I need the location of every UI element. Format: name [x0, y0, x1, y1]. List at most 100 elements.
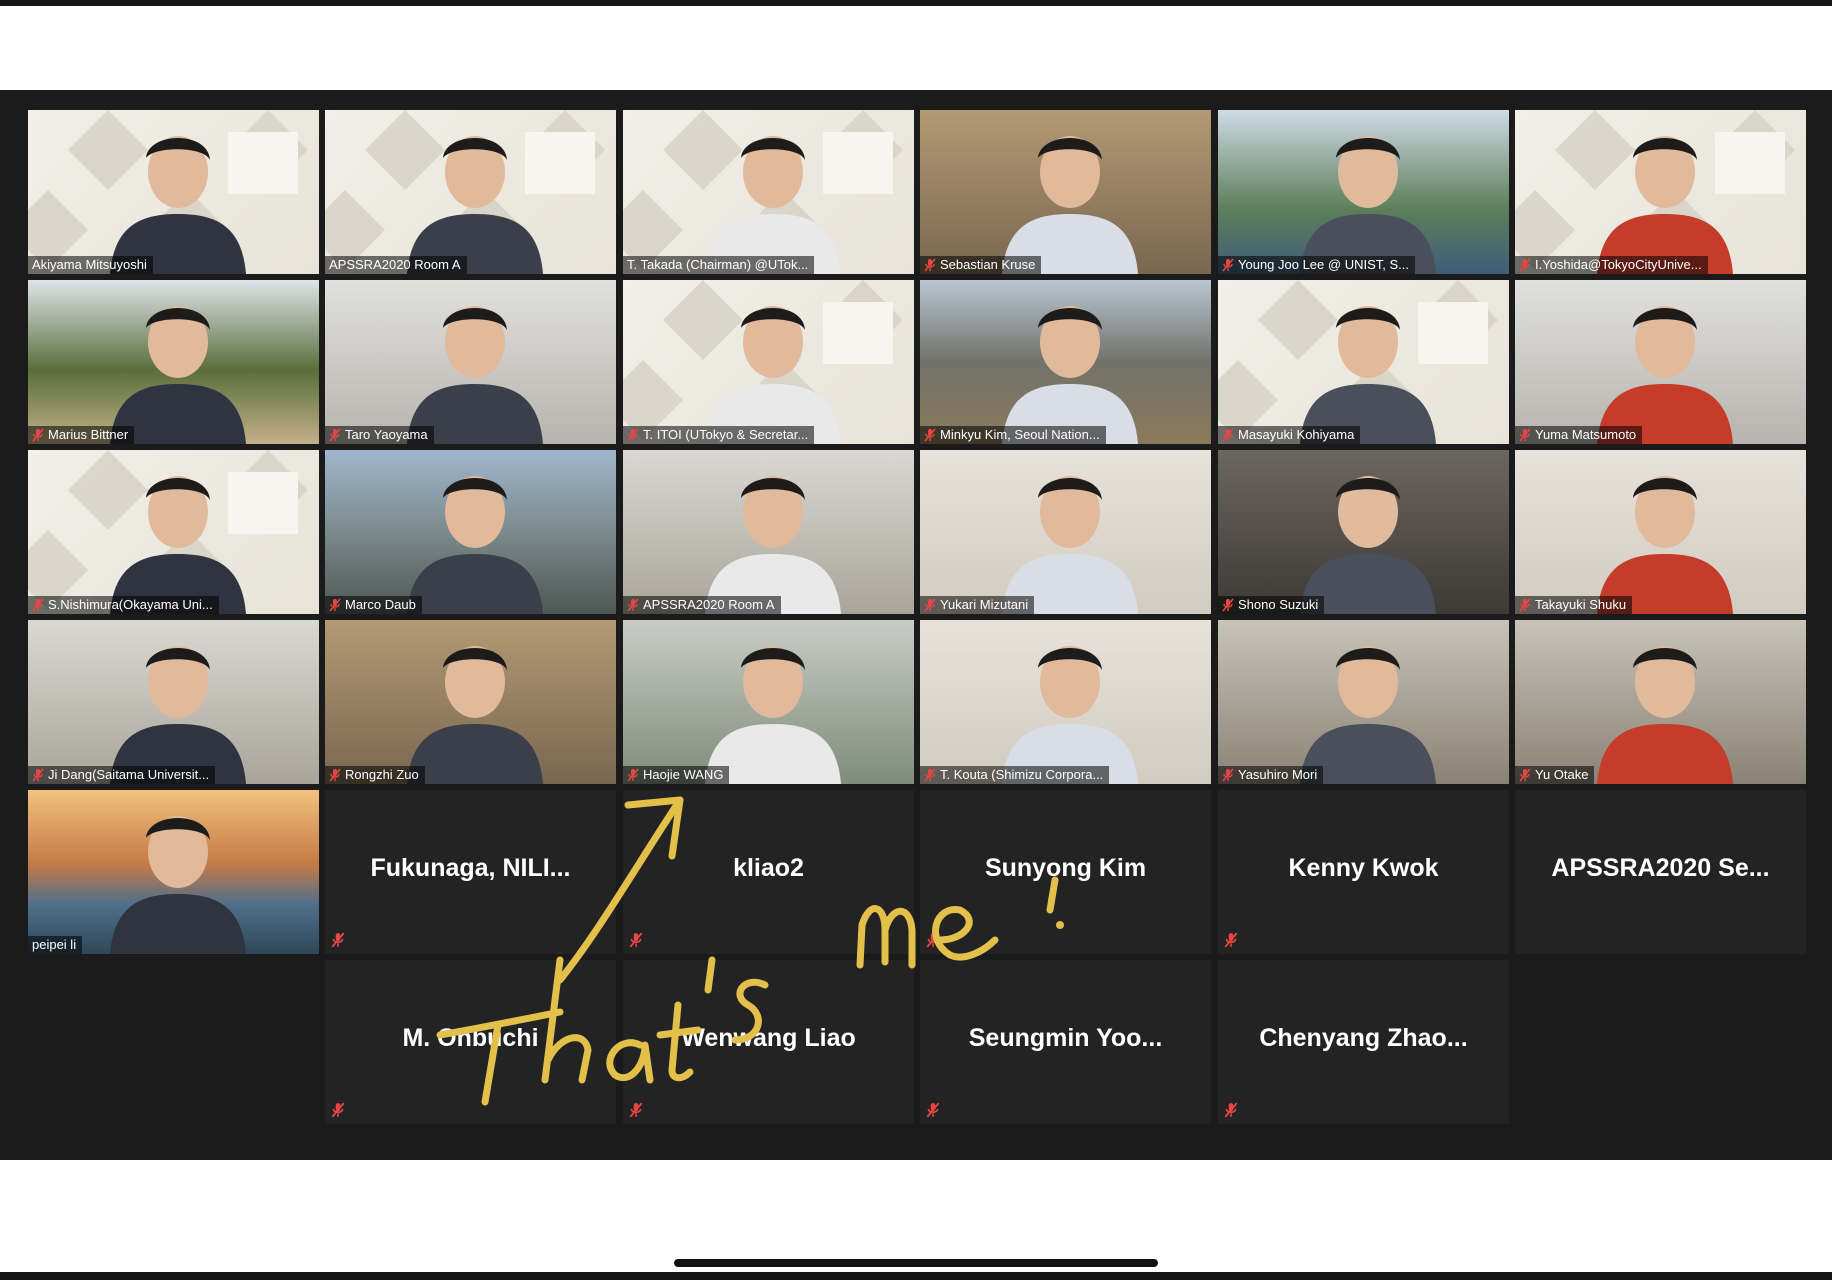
muted-mic-icon — [924, 428, 936, 442]
participant-nameplate: APSSRA2020 Room A — [623, 596, 781, 614]
participant-video-tile[interactable]: APSSRA2020 Room A — [325, 110, 616, 274]
participant-silhouette — [1597, 306, 1733, 444]
participant-name: APSSRA2020 Room A — [643, 597, 775, 612]
participant-video-tile[interactable]: Yu Otake — [1515, 620, 1806, 784]
participant-silhouette — [1597, 476, 1733, 614]
participant-name: Yasuhiro Mori — [1238, 767, 1318, 782]
participant-video-tile[interactable]: T. ITOI (UTokyo & Secretar... — [623, 280, 914, 444]
participant-video-tile[interactable]: I.Yoshida@TokyoCityUnive... — [1515, 110, 1806, 274]
participant-video-tile[interactable]: Marco Daub — [325, 450, 616, 614]
participant-video-tile[interactable]: Takayuki Shuku — [1515, 450, 1806, 614]
participant-name: Ji Dang(Saitama Universit... — [48, 767, 210, 782]
participant-silhouette — [407, 476, 543, 614]
gallery-view: Akiyama Mitsuyoshi APSSRA2020 Room A T. Ta… — [0, 90, 1832, 1160]
participant-video-tile[interactable]: S.Nishimura(Okayama Uni... — [28, 450, 319, 614]
participant-nameplate: Takayuki Shuku — [1515, 596, 1633, 614]
participant-name: Sebastian Kruse — [940, 257, 1036, 272]
participant-video-tile[interactable]: Yasuhiro Mori — [1218, 620, 1509, 784]
participant-nameplate: APSSRA2020 Room A — [325, 256, 467, 274]
participant-video-tile[interactable]: APSSRA2020 Room A — [623, 450, 914, 614]
participant-name: Marco Daub — [345, 597, 416, 612]
participant-name: APSSRA2020 Se... — [1551, 854, 1770, 882]
participant-silhouette — [407, 306, 543, 444]
participant-nameplate: S.Nishimura(Okayama Uni... — [28, 596, 219, 614]
participant-name: Chenyang Zhao... — [1259, 1024, 1468, 1052]
participant-name-tile[interactable]: Wenwang Liao — [623, 960, 914, 1124]
muted-mic-icon — [1222, 768, 1234, 782]
participant-video-tile[interactable]: Masayuki Kohiyama — [1218, 280, 1509, 444]
participant-video-tile[interactable]: Shono Suzuki — [1218, 450, 1509, 614]
participant-name-tile[interactable]: Sunyong Kim — [920, 790, 1211, 954]
participant-video-tile[interactable]: peipei li — [28, 790, 319, 954]
bottom-border — [0, 1272, 1832, 1280]
participant-nameplate: Marius Bittner — [28, 426, 135, 444]
participant-nameplate: Taro Yaoyama — [325, 426, 434, 444]
participant-video-tile[interactable]: Marius Bittner — [28, 280, 319, 444]
participant-name-tile[interactable]: kliao2 — [623, 790, 914, 954]
participant-nameplate: peipei li — [28, 936, 83, 954]
participant-silhouette — [110, 136, 246, 274]
participant-nameplate: Minkyu Kim, Seoul Nation... — [920, 426, 1106, 444]
participant-video-tile[interactable]: Taro Yaoyama — [325, 280, 616, 444]
participant-name-tile[interactable]: Fukunaga, NILI... — [325, 790, 616, 954]
participant-video-tile[interactable]: Young Joo Lee @ UNIST, S... — [1218, 110, 1509, 274]
participant-video-tile[interactable]: Ji Dang(Saitama Universit... — [28, 620, 319, 784]
muted-mic-icon — [1519, 428, 1531, 442]
muted-mic-icon — [1222, 258, 1234, 272]
participant-video-tile[interactable]: T. Kouta (Shimizu Corpora... — [920, 620, 1211, 784]
participant-nameplate: Shono Suzuki — [1218, 596, 1325, 614]
participant-nameplate: T. Takada (Chairman) @UTok... — [623, 256, 815, 274]
participant-nameplate: Yukari Mizutani — [920, 596, 1035, 614]
participant-nameplate: T. Kouta (Shimizu Corpora... — [920, 766, 1110, 784]
participant-name: Kenny Kwok — [1288, 854, 1439, 882]
participant-name: T. Takada (Chairman) @UTok... — [627, 257, 809, 272]
participant-name: Minkyu Kim, Seoul Nation... — [940, 427, 1100, 442]
participant-name-tile[interactable]: Chenyang Zhao... — [1218, 960, 1509, 1124]
participant-video-tile[interactable]: Haojie WANG — [623, 620, 914, 784]
participant-nameplate: Rongzhi Zuo — [325, 766, 425, 784]
home-indicator[interactable] — [674, 1259, 1158, 1267]
participant-video-tile[interactable]: Rongzhi Zuo — [325, 620, 616, 784]
participant-name-tile[interactable]: Seungmin Yoo... — [920, 960, 1211, 1124]
participant-name-tile[interactable]: M. Ohbuchi — [325, 960, 616, 1124]
participant-silhouette — [1300, 476, 1436, 614]
participant-silhouette — [1300, 646, 1436, 784]
participant-video-tile[interactable]: Yukari Mizutani — [920, 450, 1211, 614]
participant-silhouette — [1002, 476, 1138, 614]
muted-mic-icon — [1519, 598, 1531, 612]
participant-video-tile[interactable]: T. Takada (Chairman) @UTok... — [623, 110, 914, 274]
muted-mic-icon — [329, 598, 341, 612]
participant-name-tile[interactable]: APSSRA2020 Se... — [1515, 790, 1806, 954]
participant-video-tile[interactable]: Akiyama Mitsuyoshi — [28, 110, 319, 274]
participant-name: Rongzhi Zuo — [345, 767, 419, 782]
participant-silhouette — [110, 306, 246, 444]
participant-silhouette — [705, 476, 841, 614]
top-border — [0, 0, 1832, 6]
participant-nameplate: Ji Dang(Saitama Universit... — [28, 766, 216, 784]
participant-nameplate: Yasuhiro Mori — [1218, 766, 1324, 784]
participant-nameplate: Yu Otake — [1515, 766, 1595, 784]
muted-mic-icon — [924, 768, 936, 782]
participant-video-tile[interactable]: Minkyu Kim, Seoul Nation... — [920, 280, 1211, 444]
muted-mic-icon — [32, 598, 44, 612]
participant-silhouette — [705, 646, 841, 784]
muted-mic-icon — [329, 428, 341, 442]
participant-name: Young Joo Lee @ UNIST, S... — [1238, 257, 1409, 272]
participant-silhouette — [1300, 306, 1436, 444]
muted-mic-icon — [926, 1102, 940, 1118]
participant-nameplate: Masayuki Kohiyama — [1218, 426, 1361, 444]
participant-name: Yukari Mizutani — [940, 597, 1029, 612]
muted-mic-icon — [1519, 258, 1531, 272]
participant-silhouette — [407, 646, 543, 784]
participant-silhouette — [110, 646, 246, 784]
participant-video-tile[interactable]: Sebastian Kruse — [920, 110, 1211, 274]
participant-nameplate: Young Joo Lee @ UNIST, S... — [1218, 256, 1415, 274]
participant-name-tile[interactable]: Kenny Kwok — [1218, 790, 1509, 954]
muted-mic-icon — [32, 768, 44, 782]
participant-silhouette — [1597, 136, 1733, 274]
participant-video-tile[interactable]: Yuma Matsumoto — [1515, 280, 1806, 444]
participant-name: Sunyong Kim — [984, 854, 1147, 882]
muted-mic-icon — [627, 428, 639, 442]
participant-name: Yu Otake — [1535, 767, 1589, 782]
participant-silhouette — [110, 476, 246, 614]
